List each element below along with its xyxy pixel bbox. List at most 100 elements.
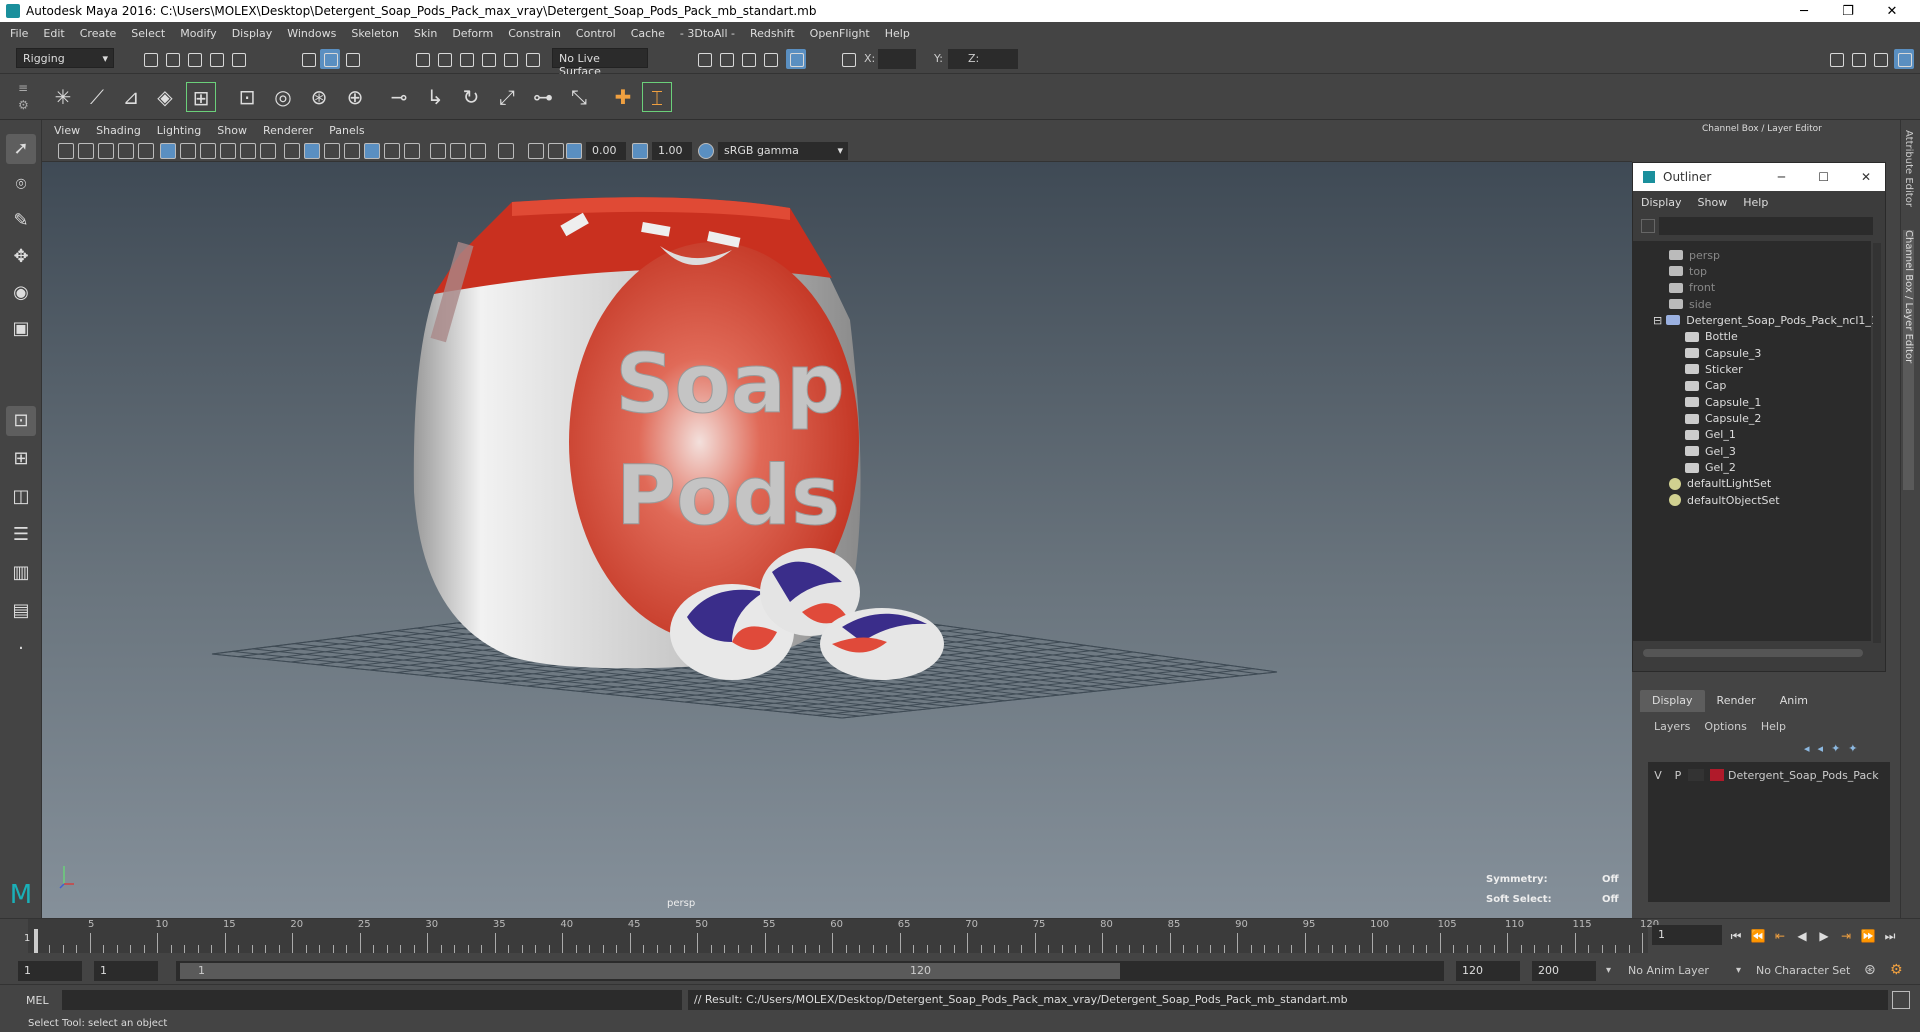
hypershade-icon[interactable] <box>786 49 806 69</box>
use-lights-icon[interactable] <box>384 143 400 159</box>
ipr-render-icon[interactable] <box>738 49 758 69</box>
textured-icon[interactable] <box>364 143 380 159</box>
paint-select-icon[interactable]: ✎ <box>6 206 36 236</box>
camera-attributes-icon[interactable] <box>78 143 94 159</box>
outliner-close-icon[interactable]: ✕ <box>1861 170 1871 184</box>
snap-grid-icon[interactable] <box>412 49 432 69</box>
outliner-menu-show[interactable]: Show <box>1698 196 1728 209</box>
transform-field-icon[interactable] <box>838 49 858 69</box>
new-layer-icon[interactable]: ✦ <box>1831 742 1840 755</box>
snap-point-icon[interactable] <box>456 49 476 69</box>
menu-0[interactable]: File <box>10 27 28 40</box>
layout-hypershade-icon[interactable]: ▤ <box>6 596 36 626</box>
outliner-filter-icon[interactable] <box>1641 219 1655 233</box>
current-frame-field[interactable]: 1 <box>1652 925 1722 945</box>
menu-7[interactable]: Skeleton <box>351 27 399 40</box>
bind-skin-icon[interactable]: ⊡ <box>232 82 262 112</box>
rotate-tool-icon[interactable]: ◉ <box>6 278 36 308</box>
layer-row[interactable]: V P Detergent_Soap_Pods_Pack <box>1648 766 1890 784</box>
layer-playback[interactable]: P <box>1668 769 1688 782</box>
restore-icon[interactable]: ❐ <box>1826 0 1870 22</box>
channel-box-icon[interactable] <box>1894 49 1914 69</box>
expand-toggle-icon[interactable]: ⊟ <box>1653 314 1662 327</box>
menu-6[interactable]: Windows <box>287 27 336 40</box>
play-forward-icon[interactable]: ▶ <box>1816 928 1832 944</box>
panel-menu-panels[interactable]: Panels <box>329 124 364 137</box>
scale-tool-icon[interactable]: ▣ <box>6 314 36 344</box>
minimize-icon[interactable]: ─ <box>1782 0 1826 22</box>
menu-16[interactable]: Help <box>885 27 910 40</box>
range-bar[interactable]: 1 120 <box>180 963 1120 979</box>
menu-13[interactable]: - 3DtoAll - <box>680 27 735 40</box>
render-view-icon[interactable] <box>760 49 780 69</box>
layer-tab-display[interactable]: Display <box>1640 690 1705 712</box>
layer-tab-render[interactable]: Render <box>1705 690 1768 712</box>
menu-11[interactable]: Control <box>576 27 616 40</box>
resolution-gate-icon[interactable] <box>200 143 216 159</box>
outliner-minimize-icon[interactable]: ─ <box>1778 170 1785 184</box>
shelf-menu-icon[interactable]: ≡ ⚙ <box>18 80 30 114</box>
2d-pan-icon[interactable] <box>138 143 154 159</box>
menu-9[interactable]: Deform <box>452 27 493 40</box>
outliner-item[interactable]: defaultObjectSet <box>1669 490 1780 510</box>
step-forward-key-icon[interactable]: ⇥ <box>1838 928 1854 944</box>
layer-color-swatch[interactable] <box>1710 769 1724 781</box>
script-editor-icon[interactable] <box>1892 991 1910 1009</box>
panel-menu-renderer[interactable]: Renderer <box>263 124 313 137</box>
step-forward-icon[interactable]: ⏩ <box>1860 928 1876 944</box>
layout-two-icon[interactable]: ◫ <box>6 482 36 512</box>
xray-joints-icon[interactable] <box>548 143 564 159</box>
layer-tab-anim[interactable]: Anim <box>1768 690 1820 712</box>
range-inner-start-field[interactable]: 1 <box>94 961 158 981</box>
select-hierarchy-icon[interactable] <box>298 49 318 69</box>
layout-outliner-icon[interactable]: ☰ <box>6 520 36 550</box>
current-time-marker[interactable] <box>34 929 38 953</box>
go-to-start-icon[interactable]: ⏮ <box>1728 928 1744 944</box>
locator-group-icon[interactable]: ⌶ <box>642 82 672 112</box>
menu-1[interactable]: Edit <box>43 27 64 40</box>
isolate-select-icon[interactable] <box>498 143 514 159</box>
layout-four-icon[interactable]: ⊞ <box>6 444 36 474</box>
menu-14[interactable]: Redshift <box>750 27 795 40</box>
channel-box-tab[interactable]: Channel Box / Layer Editor <box>1903 230 1914 490</box>
time-slider[interactable]: 5 10 15 20 25 30 35 40 45 50 55 60 65 70 75 80 85 90 95 100… <box>0 918 1920 958</box>
anim-prefs-icon[interactable]: ⚙ <box>1890 962 1903 978</box>
x-field[interactable] <box>878 49 916 69</box>
safe-action-icon[interactable] <box>260 143 276 159</box>
range-inner-end-field[interactable]: 120 <box>1456 961 1520 981</box>
outliner-menu-help[interactable]: Help <box>1743 196 1768 209</box>
layer-menu-help[interactable]: Help <box>1761 720 1786 733</box>
locator-icon[interactable]: ✚ <box>608 82 638 112</box>
color-management-icon[interactable] <box>698 143 714 159</box>
motion-blur-icon[interactable] <box>450 143 466 159</box>
exposure-field[interactable]: 0.00 <box>586 142 626 160</box>
move-layer-down-icon[interactable]: ◂ <box>1818 742 1824 755</box>
outliner-search-input[interactable] <box>1659 217 1873 235</box>
constraint-orient-icon[interactable]: ↻ <box>456 82 486 112</box>
lattice-icon[interactable]: ⊛ <box>304 82 334 112</box>
menu-set-dropdown[interactable]: Rigging ▾ <box>16 48 114 68</box>
snap-surface-icon[interactable] <box>500 49 520 69</box>
new-layer-selected-icon[interactable]: ✦ <box>1848 742 1857 755</box>
menu-10[interactable]: Constrain <box>508 27 561 40</box>
layout-single-icon[interactable]: ⊡ <box>6 406 36 436</box>
layer-menu-options[interactable]: Options <box>1704 720 1746 733</box>
menu-4[interactable]: Modify <box>180 27 216 40</box>
bookmark-icon[interactable] <box>98 143 114 159</box>
viewport-persp[interactable]: Soap Pods persp Symmetry: Off Soft Selec… <box>42 162 1632 918</box>
shadows-icon[interactable] <box>404 143 420 159</box>
select-tool-icon[interactable]: ➚ <box>6 134 36 164</box>
ambient-occlusion-icon[interactable] <box>430 143 446 159</box>
panel-menu-lighting[interactable]: Lighting <box>157 124 201 137</box>
menu-5[interactable]: Display <box>232 27 273 40</box>
range-end-field[interactable]: 200 <box>1532 961 1596 981</box>
colorspace-dropdown[interactable]: sRGB gamma ▾ <box>718 142 848 160</box>
panel-menu-view[interactable]: View <box>54 124 80 137</box>
film-gate-icon[interactable] <box>180 143 196 159</box>
script-language-toggle[interactable]: MEL <box>26 994 49 1007</box>
anim-layer-chevron-icon[interactable]: ▾ <box>1606 965 1611 976</box>
menu-8[interactable]: Skin <box>414 27 437 40</box>
outliner-menu-display[interactable]: Display <box>1641 196 1682 209</box>
outliner-hscrollbar[interactable] <box>1643 649 1863 657</box>
smooth-shade-icon[interactable] <box>304 143 320 159</box>
